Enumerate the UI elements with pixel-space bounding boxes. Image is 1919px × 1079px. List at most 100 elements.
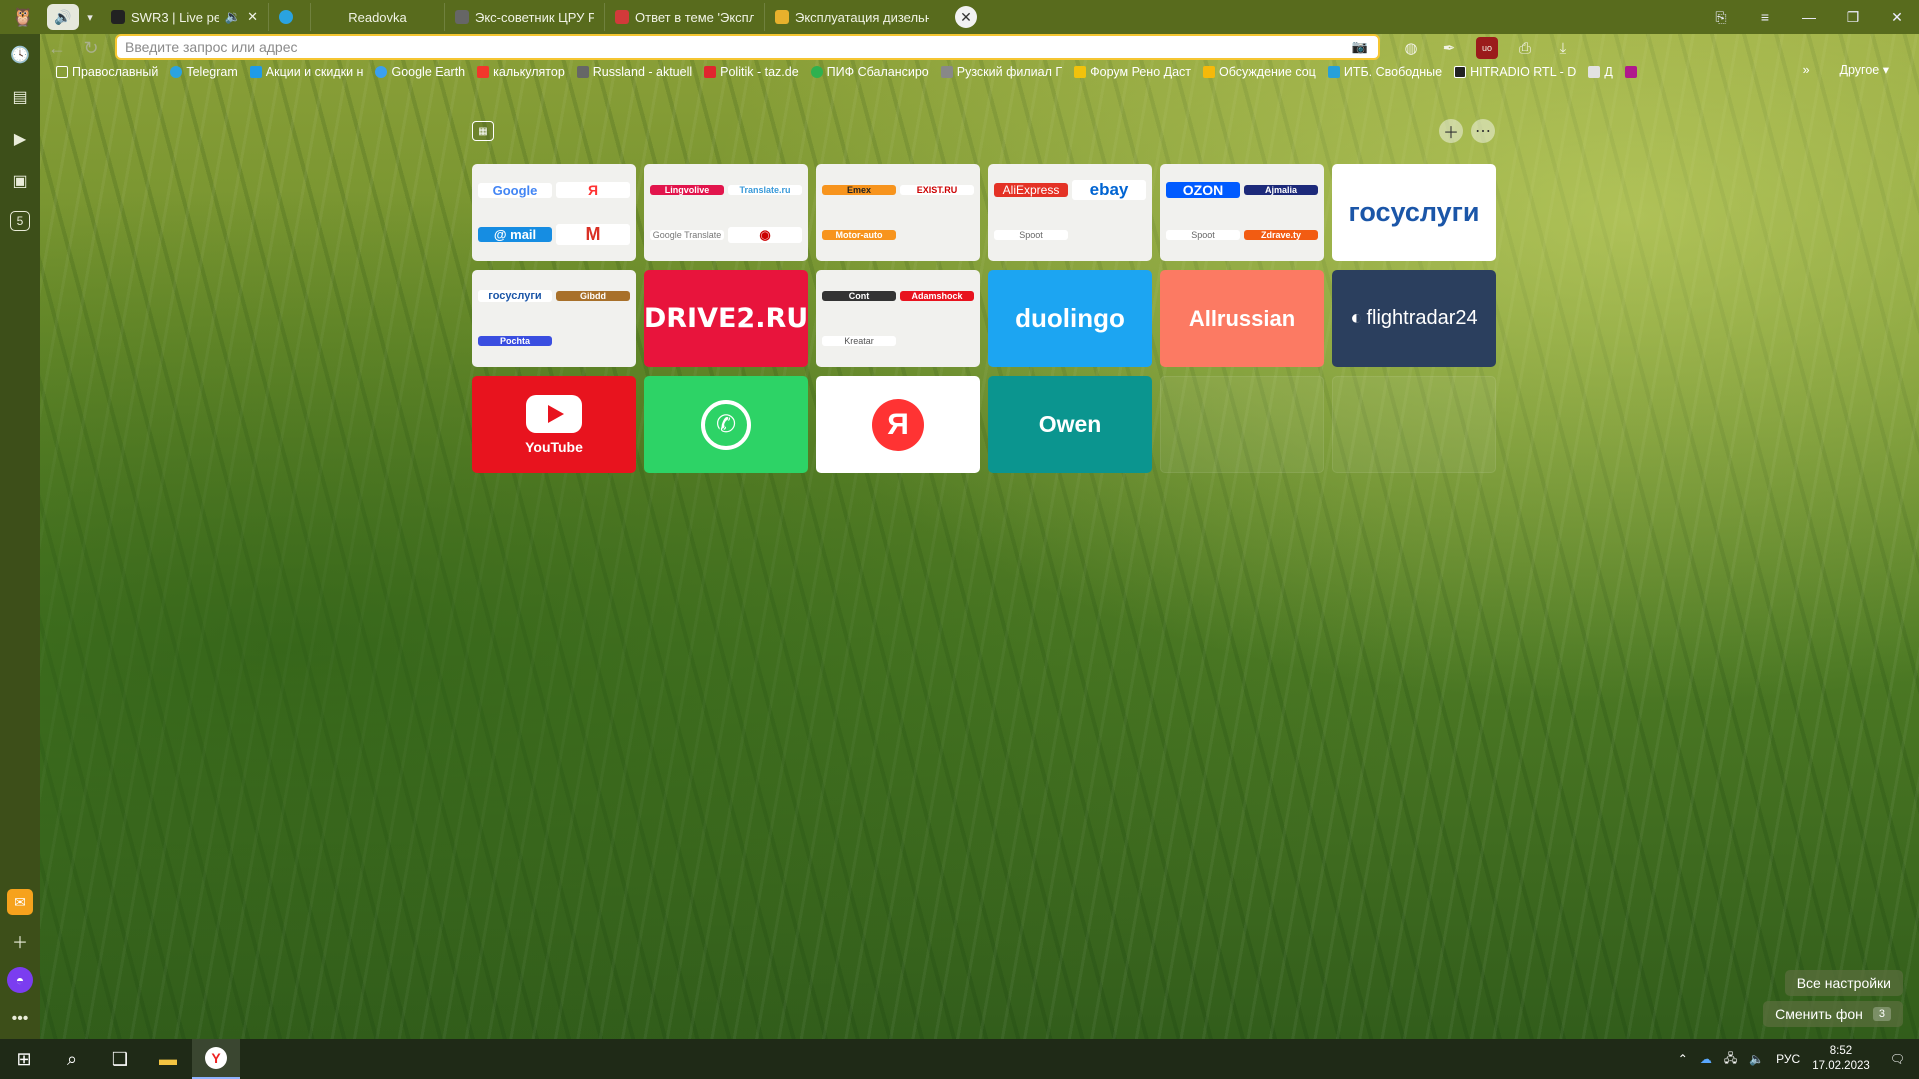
feather-icon[interactable]: ✒ [1438, 37, 1460, 59]
bookmark-panel-icon[interactable]: ⎘ [1699, 9, 1743, 26]
camera-search-icon[interactable]: 📷 [1352, 39, 1368, 55]
restore-icon[interactable]: ❐ [1831, 9, 1875, 26]
pochta-tile[interactable]: Pochta [478, 335, 552, 346]
windows-start-icon[interactable]: ⊞ [0, 1039, 48, 1079]
bookmark[interactable]: HITRADIO RTL - D [1448, 65, 1582, 79]
tab-diesel[interactable]: Эксплуатация дизельного [765, 3, 939, 31]
bookmark[interactable]: ИТБ. Свободные [1322, 65, 1448, 79]
audio-icon[interactable]: 🔉 [225, 9, 241, 25]
bookmark[interactable]: калькулятор [471, 65, 571, 79]
tile-group-other[interactable]: Cont Adamshock Kreatar [816, 270, 980, 367]
messenger-icon[interactable]: ✉ [7, 889, 33, 915]
close-tab-icon[interactable]: ✕ [955, 6, 977, 28]
bookmark[interactable]: Обсуждение соц [1197, 65, 1322, 79]
all-settings-button[interactable]: Все настройки [1784, 970, 1903, 996]
extensions-icon[interactable]: ⎙ [1514, 37, 1536, 59]
bookmark[interactable]: Politik - taz.de [698, 65, 805, 79]
alice-assistant-icon[interactable]: ◓ [7, 967, 33, 993]
zdrave-tile[interactable]: Zdrave.ty [1244, 229, 1318, 240]
motor-auto-tile[interactable]: Motor-auto [822, 229, 896, 240]
change-background-button[interactable]: Сменить фон 3 [1763, 1001, 1903, 1027]
tab-swr3[interactable]: SWR3 | Live per Web 🔉 ✕ [101, 3, 269, 31]
tile-group-translate[interactable]: Lingvolive Translate.ru Google Translate… [644, 164, 808, 261]
gibdd-tile[interactable]: Gibdd [556, 291, 630, 302]
menu-icon[interactable]: ≡ [1743, 9, 1787, 25]
yandex-browser-taskbar-icon[interactable]: Y [192, 1039, 240, 1079]
tab-reply[interactable]: Ответ в теме 'Эксплуатаци [605, 3, 765, 31]
tile-empty-slot[interactable] [1332, 376, 1496, 473]
add-tile-icon[interactable]: ＋ [1439, 119, 1463, 143]
bookmark[interactable] [1619, 66, 1643, 78]
tabs-count-icon[interactable]: 5 [10, 211, 30, 231]
yandex-tile[interactable]: Я [556, 182, 630, 199]
tile-group-auto[interactable]: Emex EXIST.RU Motor-auto [816, 164, 980, 261]
more-options-icon[interactable]: ⋯ [1471, 119, 1495, 143]
translator-tile[interactable]: ◉ [728, 226, 802, 243]
bookmark[interactable]: Google Earth [369, 65, 471, 79]
tile-duolingo[interactable]: duolingo [988, 270, 1152, 367]
tile-yandex[interactable]: Я [816, 376, 980, 473]
notifications-icon[interactable]: 🗨 [1890, 1052, 1905, 1066]
tile-group-gov[interactable]: госуслуги Gibdd Pochta [472, 270, 636, 367]
google-tile[interactable]: Google [478, 182, 552, 198]
add-icon[interactable]: ＋ [8, 929, 32, 953]
kreatar-tile[interactable]: Kreatar [822, 335, 896, 346]
gosuslugi-mini-tile[interactable]: госуслуги [478, 290, 552, 303]
screenshot-icon[interactable]: ▣ [8, 169, 32, 193]
file-explorer-icon[interactable]: ▬ [144, 1039, 192, 1079]
tab-cia[interactable]: Экс-советник ЦРУ Рикард [445, 3, 605, 31]
close-window-icon[interactable]: ✕ [1875, 9, 1919, 26]
exist-tile[interactable]: EXIST.RU [900, 185, 974, 196]
translateru-tile[interactable]: Translate.ru [728, 185, 802, 196]
tile-flightradar[interactable]: ◐ flightradar24 [1332, 270, 1496, 367]
chevron-up-icon[interactable]: ⌃ [1678, 1052, 1688, 1066]
bookmark[interactable]: Russland - aktuell [571, 65, 698, 79]
bookmark[interactable]: Форум Рено Даст [1068, 65, 1197, 79]
tile-group-mail[interactable]: Google Я @ mail M [472, 164, 636, 261]
google-translate-tile[interactable]: Google Translate [650, 229, 724, 240]
bookmark[interactable]: Акции и скидки н [244, 65, 370, 79]
aliexpress-tile[interactable]: AliExpress [994, 183, 1068, 198]
yandex-browser-logo-icon[interactable]: 🦉 [9, 3, 37, 31]
emex-tile[interactable]: Emex [822, 185, 896, 196]
history-icon[interactable]: 🕓 [8, 43, 32, 67]
volume-icon[interactable]: 🔈 [1749, 1052, 1764, 1066]
more-bookmarks-chevron[interactable]: » [1803, 63, 1810, 77]
tile-drive2[interactable]: DRIVE2.RU [644, 270, 808, 367]
tile-youtube[interactable]: YouTube [472, 376, 636, 473]
more-icon[interactable]: ••• [8, 1007, 32, 1031]
clock[interactable]: 8:52 17.02.2023 [1812, 1044, 1870, 1074]
chevron-down-icon[interactable]: ▾ [79, 4, 101, 30]
mailru-tile[interactable]: @ mail [478, 227, 552, 243]
tile-empty-slot[interactable] [1160, 376, 1324, 473]
network-icon[interactable]: 🖧 [1724, 1049, 1737, 1070]
collections-icon[interactable]: ▤ [8, 85, 32, 109]
lingvolive-tile[interactable]: Lingvolive [650, 185, 724, 196]
download-icon[interactable]: ⤓ [1552, 37, 1574, 59]
calendar-icon[interactable]: ▦ [472, 121, 494, 141]
ebay-tile[interactable]: ebay [1072, 180, 1146, 201]
other-bookmarks[interactable]: Другое ▾ [1840, 62, 1889, 77]
language-indicator[interactable]: РУС [1776, 1052, 1800, 1066]
bookmark[interactable]: Telegram [164, 65, 243, 79]
address-bar[interactable]: Введите запрос или адрес 📷 [115, 34, 1380, 60]
tile-whatsapp[interactable]: ✆ [644, 376, 808, 473]
mute-speaker-icon[interactable]: 🔊 [47, 4, 79, 30]
search-icon[interactable]: ⌕ [48, 1039, 96, 1079]
video-player-icon[interactable]: ▶ [8, 127, 32, 151]
bookmark[interactable]: Православный [50, 65, 164, 79]
tile-group-ozon[interactable]: OZON Ajmalia Spoot Zdrave.ty [1160, 164, 1324, 261]
ozon-tile[interactable]: OZON [1166, 182, 1240, 199]
minimize-icon[interactable]: — [1787, 9, 1831, 25]
tile-group-shops[interactable]: AliExpress ebay Spoot [988, 164, 1152, 261]
ajmalia-tile[interactable]: Ajmalia [1244, 185, 1318, 196]
adamshock-tile[interactable]: Adamshock [900, 291, 974, 302]
onedrive-icon[interactable]: ☁ [1700, 1052, 1712, 1066]
ublock-icon[interactable]: uo [1476, 37, 1498, 59]
spoot-tile[interactable]: Spoot [994, 229, 1068, 240]
tab-telegram[interactable] [269, 3, 311, 31]
close-icon[interactable]: ✕ [247, 9, 258, 25]
gmail-tile[interactable]: M [556, 224, 630, 246]
bookmark[interactable]: Рузский филиал Г [935, 65, 1068, 79]
cont-tile[interactable]: Cont [822, 291, 896, 302]
